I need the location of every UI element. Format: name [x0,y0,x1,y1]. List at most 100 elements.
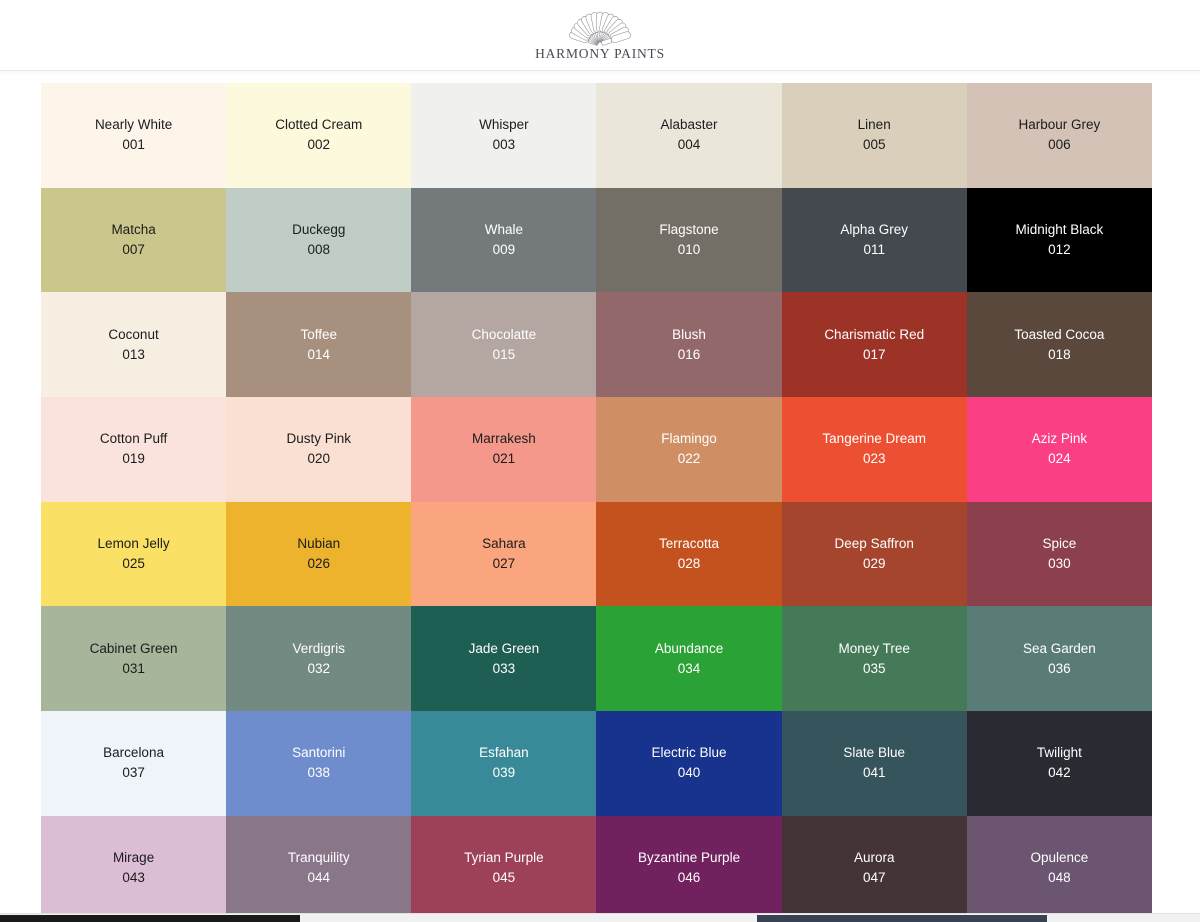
color-swatch[interactable]: Whisper 003 [411,83,597,188]
swatch-code: 047 [862,870,886,886]
color-swatch[interactable]: Flagstone 010 [596,187,782,293]
swatch-code: 035 [862,660,886,676]
color-swatch[interactable]: Santorini 038 [226,711,412,816]
color-swatch[interactable]: Tyrian Purple 045 [411,815,597,913]
swatch-code: 018 [1048,346,1071,362]
swatch-name: Esfahan [479,745,529,761]
color-swatch[interactable]: Linen 005 [781,83,967,188]
scrollbar-thumb[interactable] [0,915,300,922]
swatch-name: Midnight Black [1015,221,1104,237]
color-swatch[interactable]: Barcelona 037 [41,711,227,816]
color-swatch[interactable]: Blush 016 [596,292,782,398]
swatch-code: 010 [677,242,701,258]
color-swatch[interactable]: Charismatic Red 017 [781,292,967,398]
color-swatch[interactable]: Harbour Grey 006 [966,83,1152,188]
swatch-name: Electric Blue [651,745,727,761]
palette-scroll-area[interactable]: Nearly White 001 Clotted Cream 002 Whisper 00… [0,75,1200,913]
color-swatch[interactable]: Deep Saffron 029 [781,501,967,607]
color-swatch[interactable]: Toffee 014 [226,292,412,398]
swatch-name: Whisper [479,117,529,133]
swatch-name: Clotted Cream [275,117,363,133]
swatch-name: Sea Garden [1022,640,1096,656]
swatch-code: 014 [307,346,330,362]
color-swatch[interactable]: Sahara 027 [411,501,597,607]
color-swatch[interactable]: Cotton Puff 019 [41,397,227,502]
swatch-code: 033 [492,660,516,676]
color-swatch[interactable]: Coconut 013 [41,292,227,398]
color-swatch[interactable]: Matcha 007 [41,187,227,293]
color-swatch[interactable]: Marrakesh 021 [411,397,597,502]
swatch-name: Slate Blue [843,745,905,761]
page-root: HARMONY PAINTS Nearly White 001 Clotted Cr… [0,0,1200,922]
swatch-code: 026 [307,556,330,572]
swatch-code: 012 [1048,242,1071,258]
color-swatch[interactable]: Electric Blue 040 [596,711,782,816]
swatch-code: 030 [1048,556,1071,572]
color-swatch[interactable]: Jade Green 033 [411,606,597,712]
color-swatch[interactable]: Abundance 034 [596,606,782,712]
color-swatch[interactable]: Tranquility 044 [226,815,412,913]
swatch-code: 044 [307,870,330,886]
swatch-name: Tyrian Purple [464,849,544,865]
color-swatch[interactable]: Toasted Cocoa 018 [966,292,1152,398]
swatch-name: Toasted Cocoa [1014,326,1105,342]
site-header: HARMONY PAINTS [0,0,1200,71]
color-swatch[interactable]: Opulence 048 [966,815,1152,913]
color-swatch[interactable]: Verdigris 032 [226,606,412,712]
swatch-code: 006 [1048,137,1071,153]
swatch-name: Tranquility [287,849,350,865]
color-swatch[interactable]: Nearly White 001 [41,83,227,188]
swatch-name: Cotton Puff [99,431,168,447]
color-swatch[interactable]: Aurora 047 [781,815,967,913]
color-swatch[interactable]: Cabinet Green 031 [41,606,227,712]
color-swatch[interactable]: Spice 030 [966,501,1152,607]
color-swatch[interactable]: Whale 009 [411,187,597,293]
color-swatch[interactable]: Twilight 042 [966,711,1152,816]
swatch-name: Harbour Grey [1018,117,1101,133]
swatch-name: Money Tree [838,640,910,656]
color-swatch[interactable]: Dusty Pink 020 [226,397,412,502]
swatch-code: 015 [492,346,516,362]
brand-logo[interactable]: HARMONY PAINTS [535,9,665,61]
swatch-name: Alpha Grey [840,221,908,237]
color-swatch[interactable]: Nubian 026 [226,501,412,607]
swatch-code: 005 [862,137,886,153]
swatch-name: Duckegg [292,221,346,237]
swatch-name: Barcelona [103,745,164,761]
brand-name: HARMONY PAINTS [535,45,665,61]
swatch-name: Tangerine Dream [822,431,926,447]
swatch-name: Marrakesh [472,431,536,447]
horizontal-scrollbar[interactable] [0,913,1200,922]
color-swatch[interactable]: Byzantine Purple 046 [596,815,782,913]
color-swatch[interactable]: Aziz Pink 024 [966,397,1152,502]
swatch-code: 001 [122,137,145,153]
color-swatch[interactable]: Mirage 043 [41,815,227,913]
swatch-name: Lemon Jelly [97,535,170,551]
color-swatch[interactable]: Alabaster 004 [596,83,782,188]
swatch-code: 029 [862,556,886,572]
color-swatch[interactable]: Tangerine Dream 023 [781,397,967,502]
color-swatch[interactable]: Chocolatte 015 [411,292,597,398]
swatch-name: Flamingo [661,431,717,447]
color-swatch[interactable]: Lemon Jelly 025 [41,501,227,607]
swatch-name: Aziz Pink [1031,431,1088,447]
swatch-code: 046 [677,870,701,886]
color-swatch[interactable]: Clotted Cream 002 [226,83,412,188]
color-swatch[interactable]: Slate Blue 041 [781,711,967,816]
swatch-code: 038 [307,765,330,781]
color-swatch[interactable]: Alpha Grey 011 [781,187,967,293]
swatch-name: Verdigris [292,640,345,656]
color-swatch[interactable]: Money Tree 035 [781,606,967,712]
color-swatch[interactable]: Midnight Black 012 [966,187,1152,293]
swatch-code: 036 [1048,660,1071,676]
swatch-name: Jade Green [468,640,540,656]
color-swatch[interactable]: Duckegg 008 [226,187,412,293]
swatch-code: 011 [863,242,885,258]
color-swatch[interactable]: Flamingo 022 [596,397,782,502]
scrollbar-thumb-secondary[interactable] [757,915,1047,922]
swatch-code: 022 [677,451,701,467]
color-swatch[interactable]: Terracotta 028 [596,501,782,607]
color-swatch[interactable]: Sea Garden 036 [966,606,1152,712]
swatch-code: 023 [862,451,886,467]
color-swatch[interactable]: Esfahan 039 [411,711,597,816]
